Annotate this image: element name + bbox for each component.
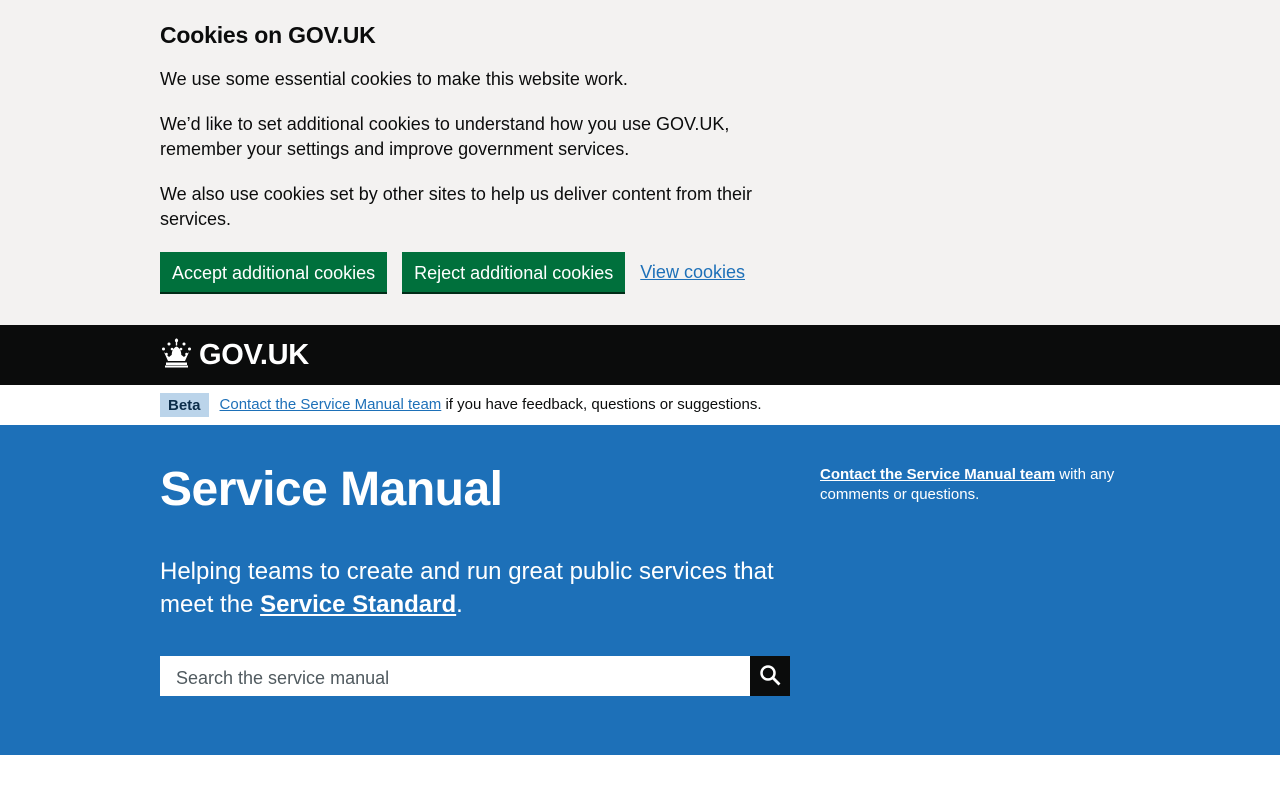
search-icon [759,664,781,689]
phase-banner-text: Contact the Service Manual team if you h… [220,395,762,415]
phase-contact-link[interactable]: Contact the Service Manual team [220,396,442,413]
masthead-description: Helping teams to create and run great pu… [160,555,790,621]
cookie-banner-title: Cookies on GOV.UK [160,22,376,48]
view-cookies-link[interactable]: View cookies [640,262,745,283]
reject-cookies-button[interactable]: Reject additional cookies [402,252,626,292]
service-standard-link[interactable]: Service Standard [260,591,456,618]
phase-feedback-text: if you have feedback, questions or sugge… [441,396,762,413]
cookie-paragraph: We use some essential cookies to make th… [160,69,628,89]
search-button[interactable] [750,656,790,696]
cookie-paragraph: We also use cookies set by other sites t… [160,184,752,229]
cookie-actions: Accept additional cookies Reject additio… [160,252,1120,292]
masthead-description-text: Helping teams to create and run great pu… [160,558,774,618]
cookie-banner: Cookies on GOV.UK We use some essential … [0,0,1280,325]
accept-cookies-button[interactable]: Accept additional cookies [160,252,388,292]
crown-icon [160,338,193,373]
masthead: Service Manual Helping teams to create a… [0,425,1280,755]
phase-banner: Beta Contact the Service Manual team if … [0,385,1280,425]
page-title: Service Manual [160,463,503,516]
masthead-contact-link[interactable]: Contact the Service Manual team [820,466,1055,483]
cookie-paragraph: We’d like to set additional cookies to u… [160,114,730,159]
site-header: GOV.UK [0,325,1280,385]
beta-tag: Beta [160,393,209,417]
search-form [160,656,790,696]
masthead-description-end: . [456,591,463,618]
search-input[interactable] [160,656,750,696]
govuk-logo-link[interactable]: GOV.UK [160,338,309,373]
masthead-contact: Contact the Service Manual team with any… [820,465,1130,505]
logo-text: GOV.UK [199,339,309,371]
